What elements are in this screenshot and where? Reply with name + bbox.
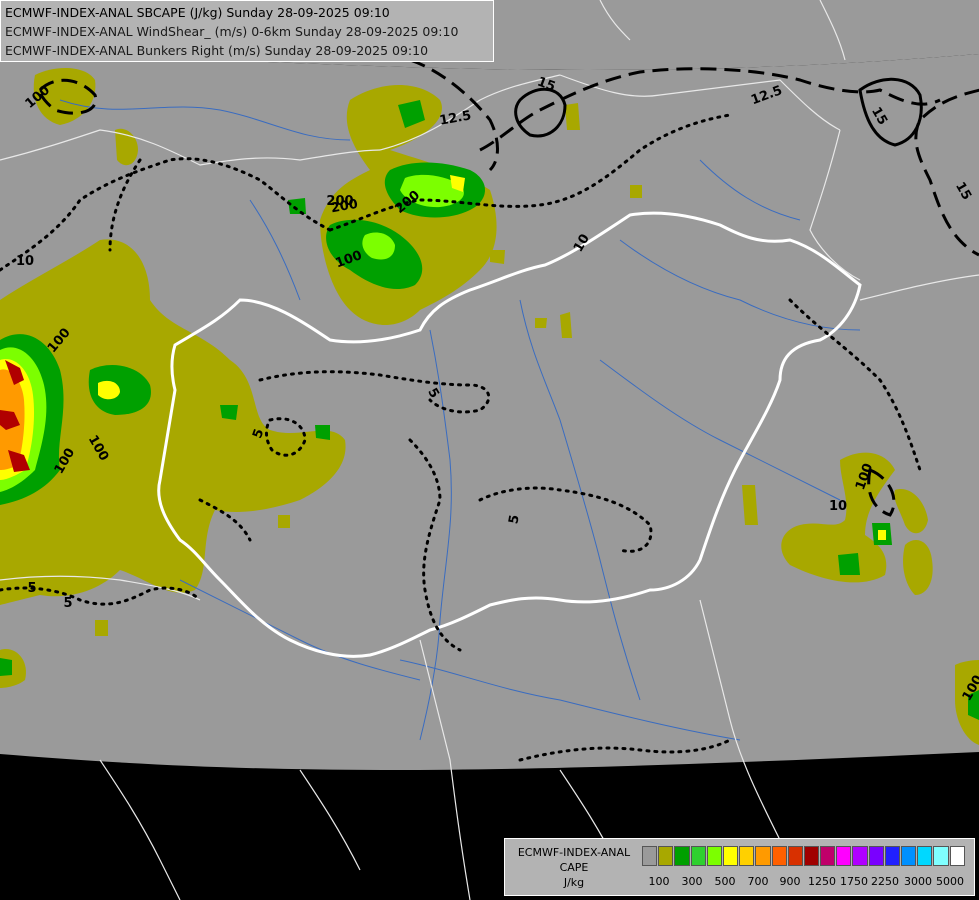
legend-swatch: [917, 846, 933, 866]
legend-swatch: [949, 846, 965, 866]
map-title-box: ECMWF-INDEX-ANAL SBCAPE (J/kg) Sunday 28…: [0, 0, 494, 62]
cape-area: [560, 312, 572, 338]
cape-area: [288, 198, 306, 214]
cape-area: [630, 185, 642, 198]
legend-tick-label: 3000: [904, 875, 932, 888]
legend-title-model: ECMWF-INDEX-ANAL: [517, 846, 631, 859]
cape-area: [838, 553, 860, 575]
legend-swatch: [755, 846, 771, 866]
legend-tick-label: 1750: [840, 875, 868, 888]
cape-area: [878, 530, 886, 540]
legend-swatch: [836, 846, 852, 866]
cape-area: [278, 515, 290, 528]
cape-legend: ECMWF-INDEX-ANAL CAPE J/kg 100 300 500 700 9…: [504, 838, 975, 896]
contour-label: 5: [27, 581, 36, 596]
legend-swatch: [884, 846, 900, 866]
title-line-windshear: ECMWF-INDEX-ANAL WindShear_ (m/s) 0-6km …: [5, 24, 459, 39]
legend-swatch: [642, 846, 658, 866]
legend-title-unit: J/kg: [563, 876, 585, 889]
legend-tick-label: 300: [681, 875, 703, 888]
legend-tick-label: 5000: [936, 875, 964, 888]
legend-swatch: [852, 846, 868, 866]
legend-swatch: [739, 846, 755, 866]
legend-swatch: [674, 846, 690, 866]
contour-label: 10: [829, 499, 847, 514]
legend-title: ECMWF-INDEX-ANAL CAPE J/kg: [507, 845, 641, 890]
cape-area: [0, 658, 12, 676]
cape-area: [95, 620, 108, 636]
legend-tick-label: 2250: [871, 875, 899, 888]
legend-color-scale: [642, 846, 966, 866]
legend-tick-labels: 100 300 500 700 900 1250 1750 2250 3000 5000: [642, 875, 972, 889]
legend-swatch: [803, 846, 820, 866]
legend-swatch: [787, 846, 803, 866]
legend-tick-label: 100: [648, 875, 670, 888]
cape-area: [565, 103, 580, 130]
legend-swatch: [901, 846, 917, 866]
legend-tick-label: 700: [747, 875, 769, 888]
contour-label: 200: [326, 194, 353, 209]
legend-swatch: [706, 846, 722, 866]
legend-tick-label: 1250: [808, 875, 836, 888]
cape-area: [490, 250, 505, 264]
cape-area: [535, 318, 547, 328]
legend-swatch: [690, 846, 706, 866]
legend-swatch: [722, 846, 739, 866]
legend-tick-label: 500: [714, 875, 736, 888]
legend-swatch: [820, 846, 836, 866]
legend-swatch: [868, 846, 884, 866]
contour-label: 10: [16, 254, 34, 269]
title-line-sbcape: ECMWF-INDEX-ANAL SBCAPE (J/kg) Sunday 28…: [5, 5, 390, 20]
contour-label: 5: [63, 596, 72, 611]
cape-area: [220, 405, 238, 420]
title-line-bunkers: ECMWF-INDEX-ANAL Bunkers Right (m/s) Sun…: [5, 43, 429, 58]
legend-title-variable: CAPE: [559, 861, 589, 874]
weather-map: 100100200 2001002001001001001001010105555…: [0, 0, 979, 900]
legend-swatch: [658, 846, 674, 866]
cape-area: [315, 425, 330, 440]
legend-swatch: [933, 846, 949, 866]
legend-swatch: [771, 846, 787, 866]
legend-tick-label: 900: [779, 875, 801, 888]
